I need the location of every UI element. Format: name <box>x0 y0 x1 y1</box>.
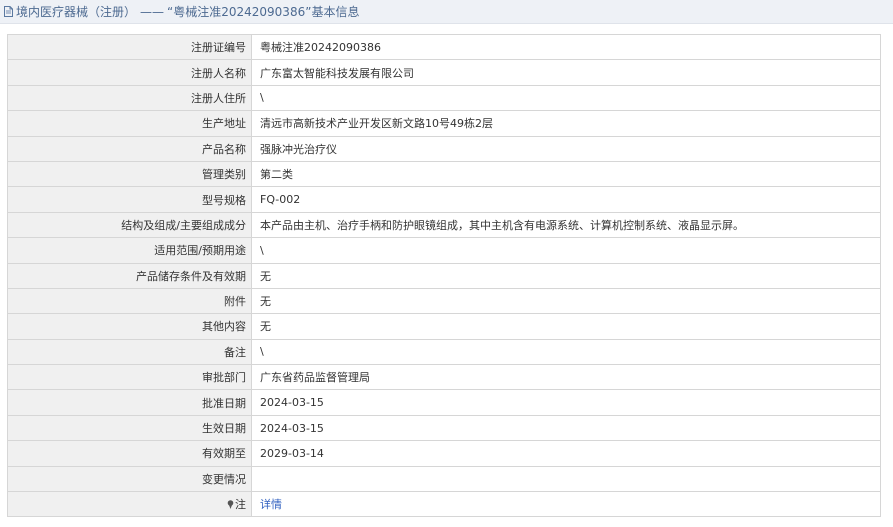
row-label: 变更情况 <box>7 465 252 493</box>
header-separator: —— <box>140 4 165 19</box>
row-label-note: 注 <box>7 491 252 518</box>
table-row: 变更情况 <box>7 465 881 493</box>
row-value: 本产品由主机、治疗手柄和防护眼镜组成，其中主机含有电源系统、计算机控制系统、液晶… <box>251 211 881 239</box>
row-label: 注册人住所 <box>7 84 252 112</box>
table-row: 结构及组成/主要组成成分 本产品由主机、治疗手柄和防护眼镜组成，其中主机含有电源系… <box>7 211 881 239</box>
table-row: 生产地址 清远市高新技术产业开发区新文路10号49栋2层 <box>7 110 881 137</box>
table-row: 注册人住所 \ <box>7 84 881 112</box>
row-label: 备注 <box>7 338 252 366</box>
row-label: 其他内容 <box>7 313 252 340</box>
row-value: 无 <box>251 313 881 340</box>
row-value: 2024-03-15 <box>251 389 881 416</box>
row-value: \ <box>251 84 881 112</box>
row-label: 批准日期 <box>7 389 252 416</box>
row-label: 结构及组成/主要组成成分 <box>7 211 252 239</box>
table-row-note: 注 详情 <box>7 491 881 518</box>
row-value: 第二类 <box>251 160 881 188</box>
row-label: 产品名称 <box>7 135 252 162</box>
table-row: 生效日期 2024-03-15 <box>7 414 881 442</box>
row-value <box>251 465 881 493</box>
row-value: \ <box>251 237 881 264</box>
pin-icon <box>227 500 234 510</box>
details-link[interactable]: 详情 <box>260 498 282 511</box>
row-label: 审批部门 <box>7 364 252 391</box>
table-row: 管理类别 第二类 <box>7 160 881 188</box>
table-row: 有效期至 2029-03-14 <box>7 440 881 467</box>
note-label: 注 <box>235 498 246 512</box>
table-row: 备注 \ <box>7 338 881 366</box>
table-row: 附件无 <box>7 287 881 315</box>
row-value-note: 详情 <box>251 491 881 518</box>
header-record-number: “粤械注准20242090386” <box>167 5 312 19</box>
header-title-suffix: 基本信息 <box>311 5 360 19</box>
row-value: 无 <box>251 262 881 289</box>
row-label: 有效期至 <box>7 440 252 467</box>
info-table: 注册证编号 粤械注准20242090386 注册人名称 广东富太智能科技发展有限公司注… <box>7 33 881 518</box>
row-label: 注册人名称 <box>7 59 252 86</box>
table-row: 产品储存条件及有效期无 <box>7 262 881 289</box>
row-value: 粤械注准20242090386 <box>251 33 881 61</box>
row-label: 管理类别 <box>7 160 252 188</box>
header-title-prefix: 境内医疗器械（注册） <box>16 5 137 19</box>
row-value: 清远市高新技术产业开发区新文路10号49栋2层 <box>251 110 881 137</box>
row-value: FQ-002 <box>251 186 881 213</box>
page-header: 境内医疗器械（注册） —— “粤械注准20242090386” 基本信息 <box>0 0 893 24</box>
row-label: 附件 <box>7 287 252 315</box>
table-row: 型号规格 FQ-002 <box>7 186 881 213</box>
row-value: \ <box>251 338 881 366</box>
table-row: 适用范围/预期用途 \ <box>7 237 881 264</box>
table-row: 其他内容无 <box>7 313 881 340</box>
row-label: 注册证编号 <box>7 33 252 61</box>
row-label: 生产地址 <box>7 110 252 137</box>
row-label: 型号规格 <box>7 186 252 213</box>
table-row: 审批部门 广东省药品监督管理局 <box>7 364 881 391</box>
row-value: 广东省药品监督管理局 <box>251 364 881 391</box>
row-value: 2024-03-15 <box>251 414 881 442</box>
row-value: 广东富太智能科技发展有限公司 <box>251 59 881 86</box>
row-label: 生效日期 <box>7 414 252 442</box>
document-icon <box>4 6 13 17</box>
table-row: 批准日期 2024-03-15 <box>7 389 881 416</box>
table-row: 注册人名称 广东富太智能科技发展有限公司 <box>7 59 881 86</box>
row-value: 2029-03-14 <box>251 440 881 467</box>
row-label: 适用范围/预期用途 <box>7 237 252 264</box>
row-value: 无 <box>251 287 881 315</box>
row-label: 产品储存条件及有效期 <box>7 262 252 289</box>
table-row: 产品名称 强脉冲光治疗仪 <box>7 135 881 162</box>
table-row: 注册证编号 粤械注准20242090386 <box>7 33 881 61</box>
row-value: 强脉冲光治疗仪 <box>251 135 881 162</box>
info-table-container: 注册证编号 粤械注准20242090386 注册人名称 广东富太智能科技发展有限公司注… <box>7 33 881 518</box>
